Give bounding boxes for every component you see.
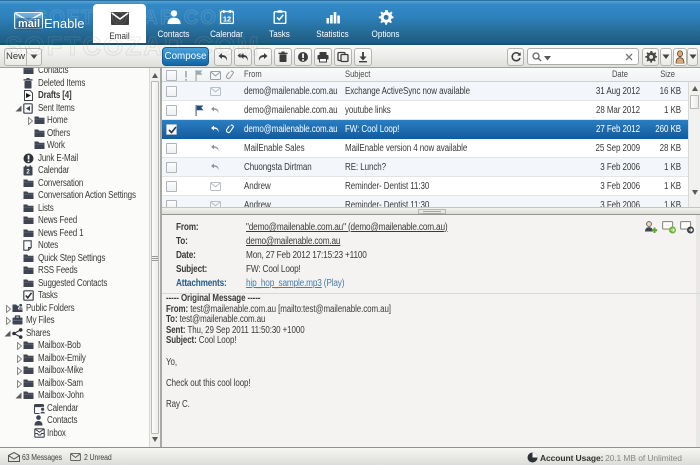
svg-text:12: 12 bbox=[222, 15, 230, 24]
